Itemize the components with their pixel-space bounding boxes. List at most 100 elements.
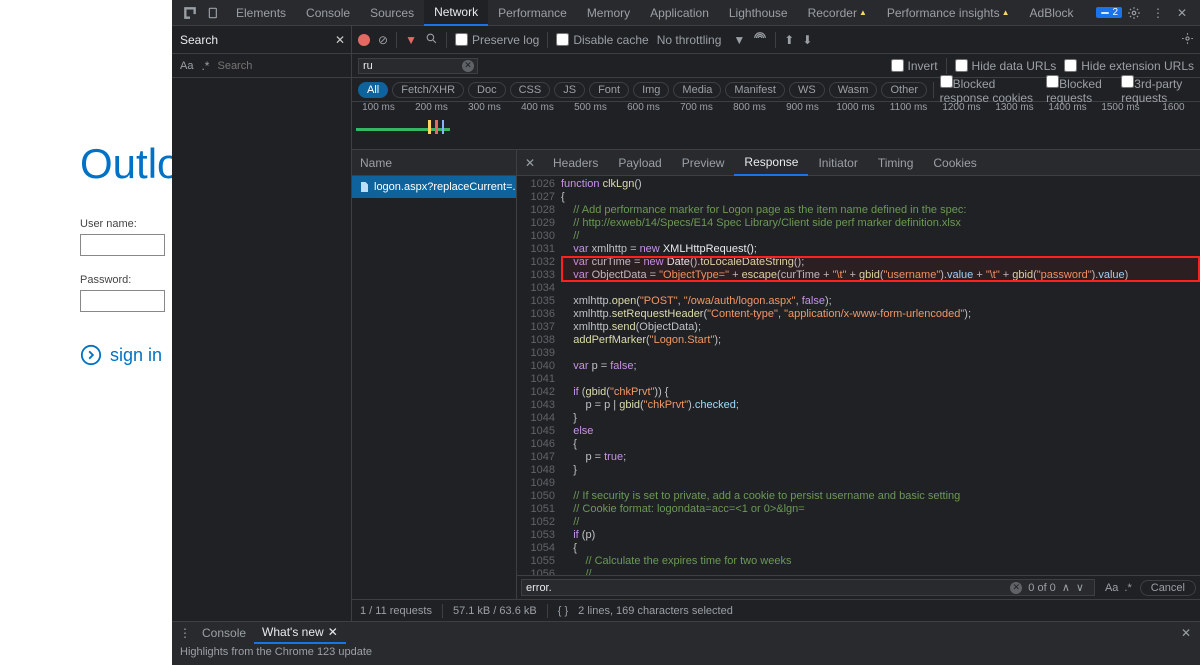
detail-close-icon[interactable]: ✕	[517, 156, 543, 170]
regex-toggle[interactable]: .*	[201, 59, 209, 73]
throttle-select[interactable]: No throttling	[657, 33, 726, 47]
more-icon[interactable]: ⋮	[1150, 5, 1166, 21]
find-count: 0 of 0	[1028, 582, 1056, 594]
tab-memory[interactable]: Memory	[577, 0, 640, 26]
search-input-row: Aa .* ↻ ⊘	[172, 54, 352, 78]
disable-cache-checkbox[interactable]: Disable cache	[556, 33, 648, 47]
filter-pill-font[interactable]: Font	[589, 82, 629, 98]
tab-recorder[interactable]: Recorder	[798, 0, 877, 26]
record-button[interactable]	[358, 34, 370, 46]
network-settings-icon[interactable]	[1181, 32, 1194, 48]
filter-pill-doc[interactable]: Doc	[468, 82, 506, 98]
filter-pill-css[interactable]: CSS	[510, 82, 551, 98]
device-icon[interactable]	[206, 5, 222, 21]
tab-application[interactable]: Application	[640, 0, 719, 26]
search-results-empty	[172, 78, 352, 621]
tab-console[interactable]: Console	[296, 0, 360, 26]
tab-performance-insights[interactable]: Performance insights	[877, 0, 1020, 26]
detail-tab-payload[interactable]: Payload	[608, 150, 671, 176]
drawer-content: Highlights from the Chrome 123 update	[172, 644, 1200, 665]
detail-tab-cookies[interactable]: Cookies	[923, 150, 986, 176]
search-panel-header: Search ✕	[172, 26, 352, 54]
close-icon[interactable]: ✕	[1174, 5, 1190, 21]
detail-tab-headers[interactable]: Headers	[543, 150, 608, 176]
inspect-icon[interactable]	[182, 5, 198, 21]
devtools-tabbar: ElementsConsoleSourcesNetworkPerformance…	[172, 0, 1200, 26]
filter-pill-manifest[interactable]: Manifest	[725, 82, 785, 98]
signin-arrow-icon	[80, 344, 102, 366]
filter-pill-ws[interactable]: WS	[789, 82, 825, 98]
request-row[interactable]: logon.aspx?replaceCurrent=...	[352, 176, 516, 198]
find-cancel-button[interactable]: Cancel	[1140, 580, 1196, 596]
match-case-toggle[interactable]: Aa	[180, 60, 193, 72]
request-name: logon.aspx?replaceCurrent=...	[374, 181, 516, 193]
filter-pill-other[interactable]: Other	[881, 82, 927, 98]
search-input[interactable]	[217, 60, 359, 72]
search-icon[interactable]	[425, 32, 438, 48]
code-find-bar: ✕ 0 of 0 ∧ ∨ Aa .* Cancel	[517, 575, 1200, 599]
username-label: User name:	[80, 218, 172, 230]
request-list: Name logon.aspx?replaceCurrent=...	[352, 150, 517, 599]
find-prev-icon[interactable]: ∧	[1062, 581, 1070, 594]
detail-tab-timing[interactable]: Timing	[868, 150, 924, 176]
filter-pill-js[interactable]: JS	[554, 82, 585, 98]
detail-tab-preview[interactable]: Preview	[672, 150, 735, 176]
network-filter-input[interactable]	[358, 58, 478, 74]
blocked-requests-checkbox[interactable]: Blocked requests	[1046, 75, 1115, 105]
tab-adblock[interactable]: AdBlock	[1020, 0, 1084, 26]
detail-tab-response[interactable]: Response	[734, 150, 808, 176]
tab-performance[interactable]: Performance	[488, 0, 577, 26]
hide-ext-urls-checkbox[interactable]: Hide extension URLs	[1064, 59, 1194, 73]
network-conditions-icon[interactable]	[753, 31, 767, 48]
upload-har-icon[interactable]: ⬆	[784, 33, 794, 47]
tab-sources[interactable]: Sources	[360, 0, 424, 26]
outlook-login-panel: Outlook User name: Password: sign in	[0, 0, 172, 665]
third-party-checkbox[interactable]: 3rd-party requests	[1121, 75, 1194, 105]
username-field[interactable]	[80, 234, 165, 256]
network-timeline[interactable]: 100 ms200 ms300 ms400 ms500 ms600 ms700 …	[352, 102, 1200, 150]
find-match-case[interactable]: Aa	[1105, 582, 1118, 594]
filter-icon[interactable]: ▼	[405, 33, 417, 47]
pretty-print-icon[interactable]: { }	[558, 605, 568, 617]
blocked-cookies-checkbox[interactable]: Blocked response cookies	[940, 75, 1040, 105]
request-count: 1 / 11 requests	[360, 605, 432, 617]
devtools: ElementsConsoleSourcesNetworkPerformance…	[172, 0, 1200, 665]
invert-checkbox[interactable]: Invert	[891, 59, 938, 73]
find-regex[interactable]: .*	[1124, 582, 1131, 594]
filter-pill-wasm[interactable]: Wasm	[829, 82, 878, 98]
find-input[interactable]	[526, 582, 1010, 594]
tab-close-icon[interactable]: ✕	[328, 625, 338, 639]
preserve-log-checkbox[interactable]: Preserve log	[455, 33, 539, 47]
response-code[interactable]: 1026102710281029103010311032103310341035…	[517, 176, 1200, 575]
tab-elements[interactable]: Elements	[226, 0, 296, 26]
drawer-menu-icon[interactable]: ⋮	[176, 626, 194, 640]
search-close-icon[interactable]: ✕	[329, 33, 351, 47]
issues-badge[interactable]: 2	[1096, 7, 1122, 18]
filter-pill-img[interactable]: Img	[633, 82, 669, 98]
password-label: Password:	[80, 274, 172, 286]
signin-button[interactable]: sign in	[80, 344, 172, 366]
find-next-icon[interactable]: ∨	[1076, 581, 1084, 594]
filter-clear-icon[interactable]: ✕	[462, 60, 474, 72]
download-har-icon[interactable]: ⬇	[802, 33, 812, 47]
clear-log-icon[interactable]: ⊘	[378, 33, 388, 47]
filter-pill-fetch-xhr[interactable]: Fetch/XHR	[392, 82, 464, 98]
drawer-tab-console[interactable]: Console	[194, 622, 254, 644]
drawer-close-icon[interactable]: ✕	[1176, 626, 1196, 640]
password-field[interactable]	[80, 290, 165, 312]
drawer-tab-whatsnew[interactable]: What's new ✕	[254, 622, 346, 644]
tab-lighthouse[interactable]: Lighthouse	[719, 0, 798, 26]
devtools-drawer: ⋮ Console What's new ✕ ✕ Highlights from…	[172, 621, 1200, 665]
find-clear-icon[interactable]: ✕	[1010, 582, 1022, 594]
filter-pill-all[interactable]: All	[358, 82, 388, 98]
gear-icon[interactable]	[1126, 5, 1142, 21]
network-toolbar: ⊘ ▼ Preserve log Disable cache No thrott…	[352, 26, 1200, 54]
search-label: Search	[172, 33, 226, 47]
request-detail: ✕ HeadersPayloadPreviewResponseInitiator…	[517, 150, 1200, 599]
transfer-size: 57.1 kB / 63.6 kB	[453, 605, 537, 617]
detail-tab-initiator[interactable]: Initiator	[808, 150, 867, 176]
hide-data-urls-checkbox[interactable]: Hide data URLs	[955, 59, 1057, 73]
request-list-header[interactable]: Name	[352, 150, 516, 176]
filter-pill-media[interactable]: Media	[673, 82, 721, 98]
tab-network[interactable]: Network	[424, 0, 488, 26]
